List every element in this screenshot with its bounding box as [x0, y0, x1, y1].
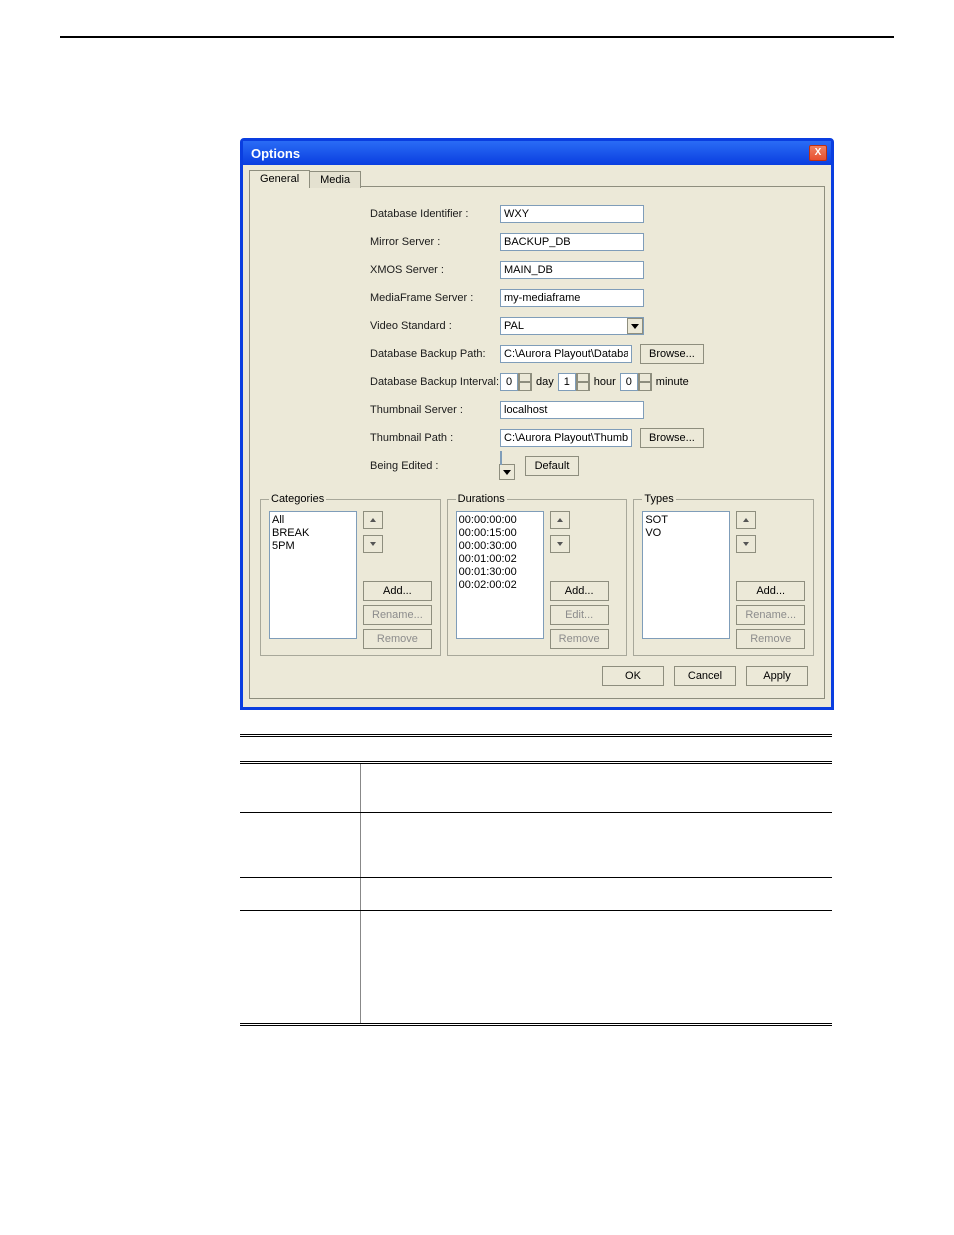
list-item[interactable]: SOT [645, 514, 727, 527]
being-edited-color[interactable] [500, 451, 502, 465]
types-list[interactable]: SOT VO [642, 511, 730, 639]
durations-add-button[interactable]: Add... [550, 581, 609, 601]
categories-legend: Categories [269, 493, 326, 505]
db-identifier-input[interactable] [500, 205, 644, 223]
durations-remove-button: Remove [550, 629, 609, 649]
thumb-path-input[interactable] [500, 429, 632, 447]
types-legend: Types [642, 493, 675, 505]
db-backup-path-input[interactable] [500, 345, 632, 363]
spin-down-icon[interactable] [518, 382, 532, 391]
label-minute: minute [656, 376, 689, 388]
thumb-server-input[interactable] [500, 401, 644, 419]
categories-add-button[interactable]: Add... [363, 581, 432, 601]
durations-list[interactable]: 00:00:00:00 00:00:15:00 00:00:30:00 00:0… [456, 511, 544, 639]
list-item[interactable]: 5PM [272, 540, 354, 553]
label-video-standard: Video Standard : [370, 320, 500, 332]
label-xmos-server: XMOS Server : [370, 264, 500, 276]
tab-media[interactable]: Media [309, 171, 361, 188]
categories-remove-button: Remove [363, 629, 432, 649]
categories-rename-button: Rename... [363, 605, 432, 625]
spin-up-icon[interactable] [576, 373, 590, 382]
xmos-server-input[interactable] [500, 261, 644, 279]
table-row: Mirror Server Enter the name of the mach… [240, 813, 832, 878]
label-mirror-server: Mirror Server : [370, 236, 500, 248]
dialog-title: Options [251, 146, 300, 161]
types-remove-button: Remove [736, 629, 805, 649]
label-db-identifier: Database Identifier : [370, 208, 500, 220]
move-down-icon[interactable] [550, 535, 570, 553]
durations-edit-button: Edit... [550, 605, 609, 625]
move-up-icon[interactable] [550, 511, 570, 529]
ok-button[interactable]: OK [602, 666, 664, 686]
spin-up-icon[interactable] [518, 373, 532, 382]
list-item[interactable]: VO [645, 527, 727, 540]
spin-down-icon[interactable] [638, 382, 652, 391]
list-item[interactable]: 00:02:00:02 [459, 579, 541, 592]
close-icon[interactable]: X [809, 145, 827, 161]
options-dialog: Options X General Media Database Identif… [240, 138, 834, 710]
interval-hour-input[interactable] [558, 373, 576, 391]
chevron-down-icon[interactable] [627, 318, 643, 334]
label-day: day [536, 376, 554, 388]
table-row: MediaFrame Server Enter the name of the … [240, 911, 832, 1025]
tab-panel: Database Identifier : Mirror Server : XM… [249, 186, 825, 699]
browse-thumb-button[interactable]: Browse... [640, 428, 704, 448]
cancel-button[interactable]: Cancel [674, 666, 736, 686]
types-add-button[interactable]: Add... [736, 581, 805, 601]
list-item[interactable]: 00:00:00:00 [459, 514, 541, 527]
browse-backup-button[interactable]: Browse... [640, 344, 704, 364]
tab-general[interactable]: General [249, 170, 310, 187]
spin-up-icon[interactable] [638, 373, 652, 382]
label-db-backup-path: Database Backup Path: [370, 348, 500, 360]
label-thumb-server: Thumbnail Server : [370, 404, 500, 416]
video-standard-select[interactable] [500, 317, 644, 335]
types-rename-button: Rename... [736, 605, 805, 625]
list-item[interactable]: 00:01:00:02 [459, 553, 541, 566]
label-db-backup-interval: Database Backup Interval: [370, 376, 500, 388]
being-edited-default-button[interactable]: Default [525, 456, 579, 476]
table-row: XMOS Server Enter the name of the machin… [240, 878, 832, 911]
list-item[interactable]: All [272, 514, 354, 527]
label-thumb-path: Thumbnail Path : [370, 432, 500, 444]
header-rule [60, 16, 894, 38]
options-description-table: Option Description Database Identifier E… [240, 734, 832, 1026]
list-item[interactable]: 00:00:30:00 [459, 540, 541, 553]
titlebar: Options X [243, 141, 831, 165]
label-mediaframe-server: MediaFrame Server : [370, 292, 500, 304]
interval-minute-input[interactable] [620, 373, 638, 391]
label-being-edited: Being Edited : [370, 460, 500, 472]
table-row: Database Identifier Enter a name for the… [240, 763, 832, 813]
label-hour: hour [594, 376, 616, 388]
durations-legend: Durations [456, 493, 507, 505]
list-item[interactable]: 00:01:30:00 [459, 566, 541, 579]
move-down-icon[interactable] [736, 535, 756, 553]
categories-list[interactable]: All BREAK 5PM [269, 511, 357, 639]
move-up-icon[interactable] [736, 511, 756, 529]
spin-down-icon[interactable] [576, 382, 590, 391]
list-item[interactable]: BREAK [272, 527, 354, 540]
chevron-down-icon[interactable] [499, 464, 515, 480]
mediaframe-server-input[interactable] [500, 289, 644, 307]
mirror-server-input[interactable] [500, 233, 644, 251]
apply-button[interactable]: Apply [746, 666, 808, 686]
list-item[interactable]: 00:00:15:00 [459, 527, 541, 540]
move-up-icon[interactable] [363, 511, 383, 529]
interval-day-input[interactable] [500, 373, 518, 391]
move-down-icon[interactable] [363, 535, 383, 553]
